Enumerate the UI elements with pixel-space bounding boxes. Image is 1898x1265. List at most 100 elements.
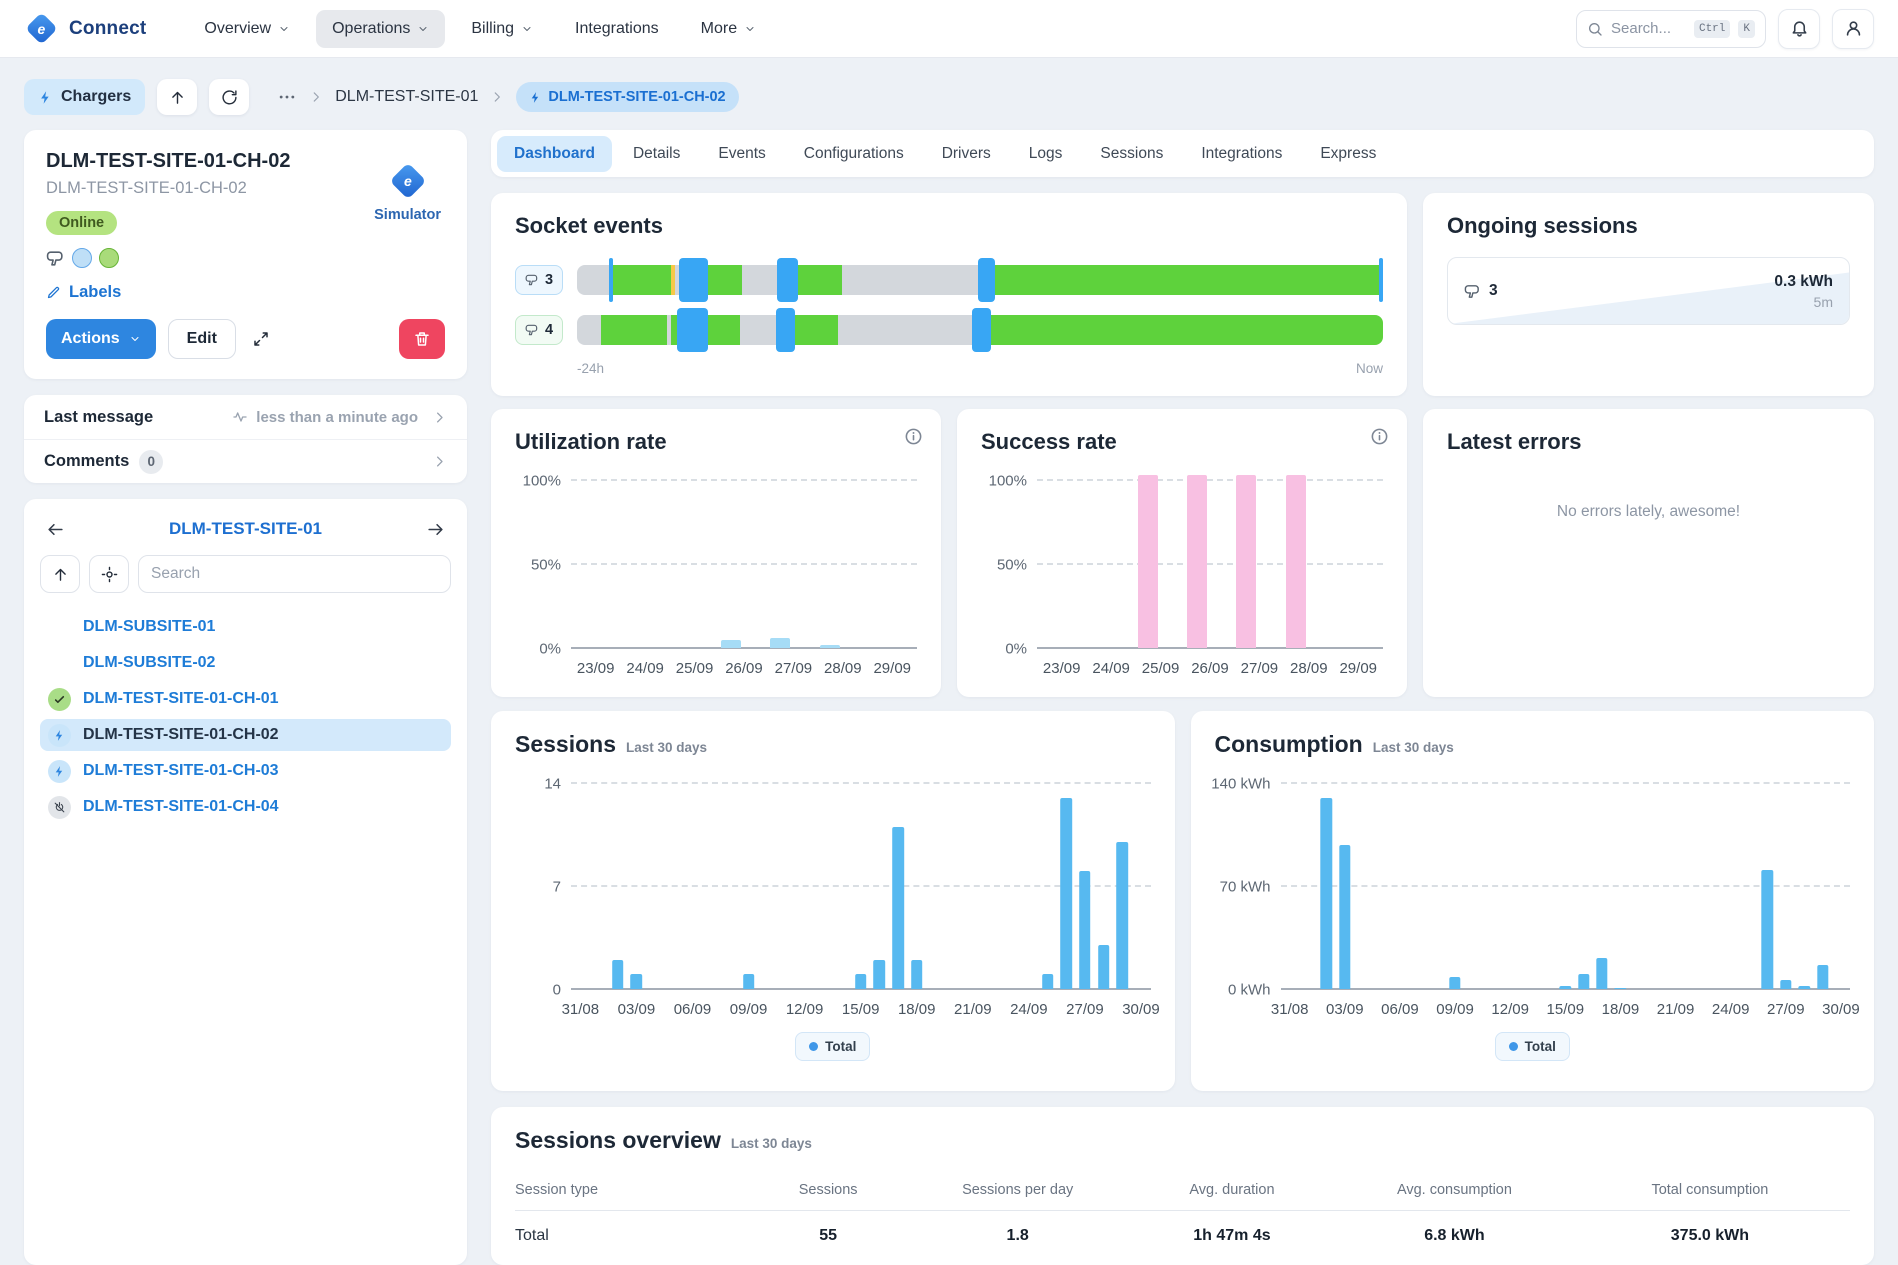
bar[interactable] [911,960,923,989]
bar[interactable] [1798,986,1809,989]
bar[interactable] [1187,475,1207,648]
bar[interactable] [1449,977,1460,989]
tab-logs[interactable]: Logs [1012,136,1080,172]
search-input[interactable]: Search... Ctrl K [1576,10,1766,48]
sessions-overview-subtitle: Last 30 days [731,1136,812,1151]
bar[interactable] [1321,798,1332,989]
breadcrumb-site-link[interactable]: DLM-TEST-SITE-01 [335,88,478,106]
notifications-button[interactable] [1778,9,1820,49]
comments-row[interactable]: Comments 0 [24,439,467,483]
info-icon[interactable] [1370,427,1389,446]
bar[interactable] [1079,871,1091,989]
tab-sessions[interactable]: Sessions [1083,136,1180,172]
timeline-segment-green [708,315,740,345]
last-message-row[interactable]: Last message less than a minute ago [24,395,467,439]
bars-layer [1037,467,1383,649]
nav-item-billing[interactable]: Billing [455,10,549,48]
ongoing-session-item[interactable]: 3 0.3 kWh 5m [1447,257,1850,325]
socket-timeline[interactable] [577,265,1383,295]
sidebar-item-dlm-test-site-01-ch-02[interactable]: DLM-TEST-SITE-01-CH-02 [40,719,451,751]
bar[interactable] [820,645,840,648]
nav-item-overview[interactable]: Overview [188,10,306,48]
labels-link[interactable]: Labels [46,283,445,302]
bar-slot [702,770,721,990]
bar[interactable] [1596,958,1607,989]
tab-dashboard[interactable]: Dashboard [497,136,612,172]
legend-label: Total [825,1039,856,1054]
legend-total[interactable]: Total [1495,1032,1570,1061]
info-icon[interactable] [904,427,923,446]
tree-up-button[interactable] [40,555,80,593]
site-tree-title[interactable]: DLM-TEST-SITE-01 [65,519,426,539]
breadcrumb-chargers-button[interactable]: Chargers [24,79,145,115]
socket-timeline[interactable] [577,315,1383,345]
breadcrumb-chargers-label: Chargers [61,88,131,106]
sidebar-item-dlm-subsite-02[interactable]: DLM-SUBSITE-02 [40,647,451,679]
bar[interactable] [874,960,886,989]
tab-events[interactable]: Events [701,136,782,172]
breadcrumb-ellipsis-icon[interactable] [277,87,297,107]
bar[interactable] [1339,845,1350,989]
left-sidebar: DLM-TEST-SITE-01-CH-02 DLM-TEST-SITE-01-… [24,130,467,1265]
bar[interactable] [1116,842,1128,989]
nav-item-integrations[interactable]: Integrations [559,10,675,48]
sidebar-item-dlm-test-site-01-ch-01[interactable]: DLM-TEST-SITE-01-CH-01 [40,683,451,715]
bar[interactable] [1138,475,1158,648]
tree-search-input[interactable] [138,555,451,593]
brand-logo-icon: e [25,12,58,45]
bar[interactable] [721,640,741,648]
tab-drivers[interactable]: Drivers [925,136,1008,172]
tab-configurations[interactable]: Configurations [787,136,921,172]
bar[interactable] [1236,475,1256,648]
socket-3-status-dot[interactable] [72,248,92,268]
expand-icon[interactable] [252,330,270,348]
actions-button[interactable]: Actions [46,319,156,359]
x-tick-label: 28/09 [1290,660,1328,677]
legend-total[interactable]: Total [795,1032,870,1061]
socket-4-status-dot[interactable] [99,248,119,268]
tab-details[interactable]: Details [616,136,697,172]
bar[interactable] [1060,798,1072,989]
user-menu-button[interactable] [1832,9,1874,49]
tree-locate-button[interactable] [89,555,129,593]
navigate-up-button[interactable] [157,79,197,115]
bar[interactable] [770,638,790,648]
next-site-button[interactable] [426,520,445,539]
sidebar-item-dlm-test-site-01-ch-04[interactable]: DLM-TEST-SITE-01-CH-04 [40,791,451,823]
x-tick-label: 21/09 [1657,1001,1695,1018]
delete-button[interactable] [399,319,445,359]
bar[interactable] [1098,945,1110,989]
axis-end-label: Now [1356,361,1383,376]
tab-integrations[interactable]: Integrations [1184,136,1299,172]
nav-item-more[interactable]: More [685,10,772,48]
bar[interactable] [1578,974,1589,989]
brand-name: Connect [69,18,146,40]
sidebar-item-dlm-test-site-01-ch-03[interactable]: DLM-TEST-SITE-01-CH-03 [40,755,451,787]
x-tick-label: 06/09 [1381,1001,1419,1018]
bar[interactable] [1780,980,1791,989]
bar[interactable] [631,974,643,989]
bar[interactable] [855,974,867,989]
bar[interactable] [1042,974,1054,989]
sidebar-item-dlm-subsite-01[interactable]: DLM-SUBSITE-01 [40,611,451,643]
nav-item-operations[interactable]: Operations [316,10,445,48]
bar[interactable] [892,827,904,989]
bar[interactable] [1560,986,1571,989]
edit-button[interactable]: Edit [168,319,236,359]
tab-express[interactable]: Express [1303,136,1393,172]
refresh-button[interactable] [209,79,249,115]
comments-count-badge: 0 [139,450,163,474]
previous-site-button[interactable] [46,520,65,539]
x-axis-labels: 23/0924/0925/0926/0927/0928/0929/09 [1037,649,1383,677]
bar[interactable] [1817,965,1828,989]
bar[interactable] [1615,988,1626,989]
bar[interactable] [1286,475,1306,648]
bar[interactable] [1762,870,1773,989]
bar-slot [1740,770,1758,990]
bar[interactable] [612,960,624,989]
y-tick-label: 0 kWh [1228,982,1271,999]
breadcrumb-current-charger[interactable]: DLM-TEST-SITE-01-CH-02 [516,82,738,112]
bar[interactable] [743,974,755,989]
offline-status-icon [48,796,71,819]
brand[interactable]: e Connect [24,13,146,44]
